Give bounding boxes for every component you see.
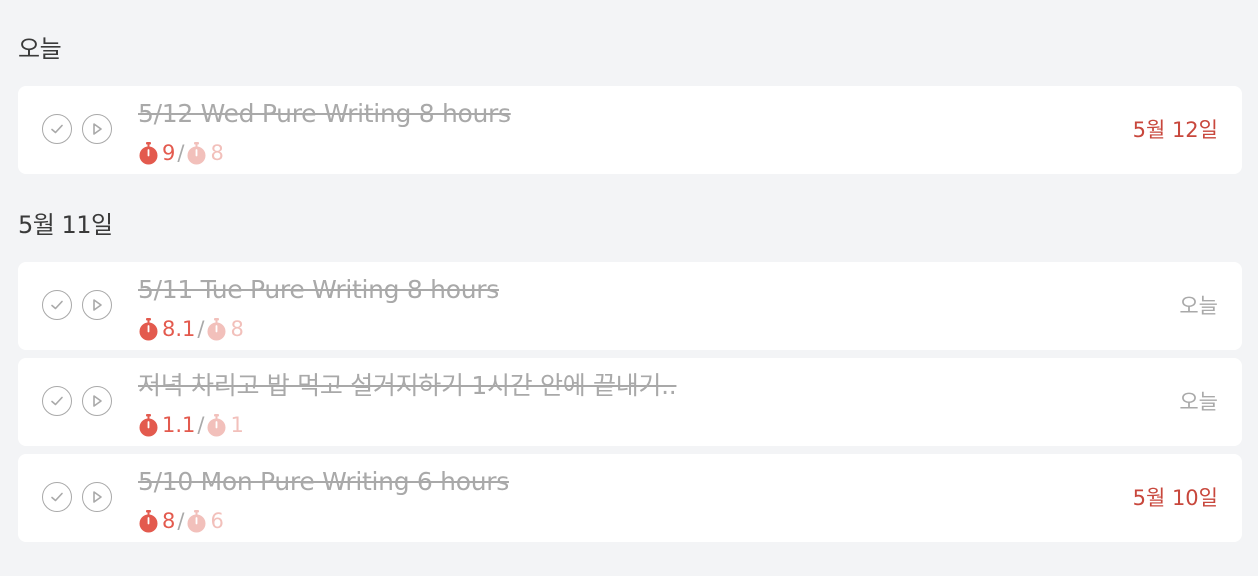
tomato-timer-icon [206,413,227,437]
start-pomodoro-button[interactable] [82,482,112,512]
pomodoro-estimated: 8 [230,317,244,341]
check-icon [51,396,63,406]
pomodoro-actual: 8 [162,509,176,533]
pomodoro-separator: / [197,413,205,437]
tomato-timer-icon [138,413,159,437]
pomodoro-estimated: 8 [210,141,224,165]
check-icon [51,492,63,502]
complete-task-button[interactable] [42,290,72,320]
start-pomodoro-button[interactable] [82,290,112,320]
pomodoro-separator: / [177,509,185,533]
complete-task-button[interactable] [42,386,72,416]
pomodoro-count: 8.1 / 8 [138,316,244,342]
check-icon [51,300,63,310]
pomodoro-count: 9 / 8 [138,140,224,166]
task-title[interactable]: 저녁 차리고 밥 먹고 설거지하기 1시간 안에 끝내기.. [138,370,677,402]
pomodoro-count: 1.1 / 1 [138,412,244,438]
task-item[interactable]: 5/12 Wed Pure Writing 8 hours 9 / 8 5월 1… [18,86,1242,174]
start-pomodoro-button[interactable] [82,386,112,416]
play-icon [93,491,102,503]
play-icon [93,395,102,407]
task-item[interactable]: 저녁 차리고 밥 먹고 설거지하기 1시간 안에 끝내기.. 1.1 / 1 오… [18,358,1242,446]
tomato-timer-icon [138,141,159,165]
tomato-timer-icon [186,509,207,533]
task-title[interactable]: 5/12 Wed Pure Writing 8 hours [138,98,511,130]
pomodoro-count: 8 / 6 [138,508,224,534]
task-title[interactable]: 5/10 Mon Pure Writing 6 hours [138,466,509,498]
tomato-timer-icon [186,141,207,165]
tomato-timer-icon [138,509,159,533]
pomodoro-estimated: 1 [230,413,244,437]
due-date: 오늘 [1179,390,1218,414]
start-pomodoro-button[interactable] [82,114,112,144]
pomodoro-actual: 8.1 [162,317,196,341]
play-icon [93,123,102,135]
section-title-may-11: 5월 11일 [18,211,113,239]
tomato-timer-icon [206,317,227,341]
pomodoro-separator: / [197,317,205,341]
complete-task-button[interactable] [42,482,72,512]
pomodoro-separator: / [177,141,185,165]
complete-task-button[interactable] [42,114,72,144]
section-title-today: 오늘 [18,35,62,63]
pomodoro-actual: 1.1 [162,413,196,437]
due-date: 오늘 [1179,294,1218,318]
check-icon [51,124,63,134]
task-item[interactable]: 5/11 Tue Pure Writing 8 hours 8.1 / 8 오늘 [18,262,1242,350]
play-icon [93,299,102,311]
task-item[interactable]: 5/10 Mon Pure Writing 6 hours 8 / 6 5월 1… [18,454,1242,542]
pomodoro-estimated: 6 [210,509,224,533]
due-date: 5월 12일 [1132,118,1218,142]
pomodoro-actual: 9 [162,141,176,165]
tomato-timer-icon [138,317,159,341]
task-title[interactable]: 5/11 Tue Pure Writing 8 hours [138,274,499,306]
due-date: 5월 10일 [1132,486,1218,510]
